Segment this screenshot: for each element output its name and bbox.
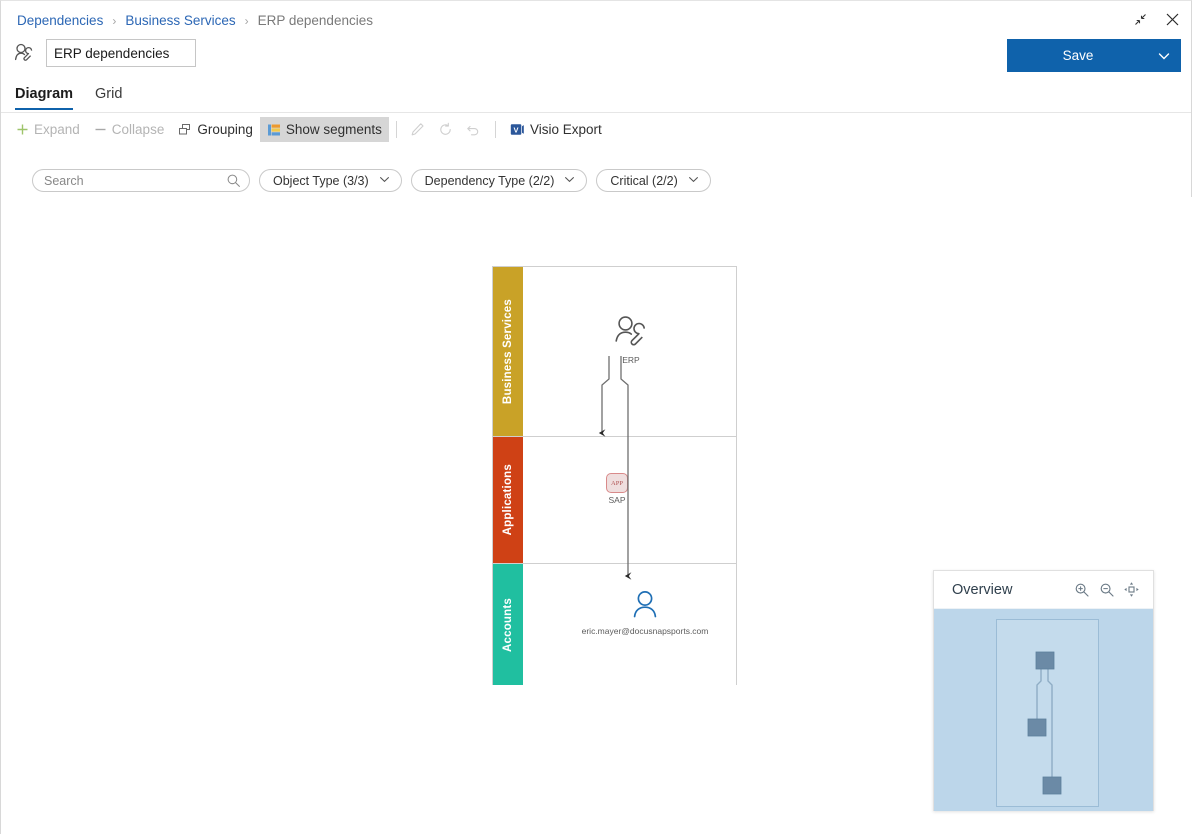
- diagram-name-input[interactable]: [46, 39, 196, 67]
- breadcrumb-separator-icon: ›: [112, 13, 117, 28]
- filter-bar: Object Type (3/3) Dependency Type (2/2) …: [32, 169, 711, 192]
- toolbar-divider: [395, 121, 397, 138]
- filter-object-type-label: Object Type (3/3): [273, 173, 369, 188]
- breadcrumb-separator-icon: ›: [244, 13, 249, 28]
- diagram-node-sap-label: SAP: [608, 495, 626, 505]
- swimlane-body-applications: APP SAP: [523, 437, 736, 563]
- filter-dependency-type-label: Dependency Type (2/2): [424, 173, 555, 188]
- diagram-node-account-label: eric.mayer@docusnapsports.com: [581, 626, 709, 636]
- overview-header: Overview: [934, 571, 1153, 608]
- filter-critical[interactable]: Critical (2/2): [596, 169, 711, 192]
- overview-minimap-graph: [1027, 651, 1062, 795]
- overview-panel: Overview: [933, 570, 1154, 811]
- person-icon: [630, 589, 660, 624]
- swimlane-applications: Applications APP SAP: [492, 436, 737, 563]
- swimlane-body-accounts: eric.mayer@docusnapsports.com: [523, 564, 736, 685]
- filter-dependency-type[interactable]: Dependency Type (2/2): [410, 169, 588, 192]
- visio-icon: V: [510, 122, 525, 137]
- collapse-label: Collapse: [111, 122, 165, 137]
- diagram-node-erp-label: ERP: [622, 355, 640, 365]
- refresh-icon[interactable]: [432, 117, 460, 142]
- visio-export-label: Visio Export: [529, 122, 602, 137]
- diagram-node-account[interactable]: eric.mayer@docusnapsports.com: [545, 589, 745, 636]
- grouping-label: Grouping: [197, 122, 253, 137]
- tab-diagram[interactable]: Diagram: [15, 86, 74, 110]
- swimlane-label-accounts: Accounts: [493, 564, 523, 685]
- overview-minimap[interactable]: [934, 608, 1153, 811]
- window-controls: [1129, 9, 1183, 29]
- close-icon[interactable]: [1161, 9, 1183, 29]
- grouping-icon: [178, 123, 192, 137]
- save-button[interactable]: Save: [1008, 40, 1148, 71]
- overview-title: Overview: [952, 581, 1013, 598]
- tab-grid[interactable]: Grid: [95, 86, 122, 110]
- swimlane-diagram: Business Services ERP Applications APP S…: [492, 266, 737, 685]
- breadcrumb-item-business-services[interactable]: Business Services: [125, 13, 235, 28]
- visio-export-button[interactable]: V Visio Export: [503, 117, 609, 142]
- zoom-in-icon[interactable]: [1069, 577, 1094, 602]
- zoom-out-icon[interactable]: [1094, 577, 1119, 602]
- tab-bar: Diagram Grid: [15, 86, 122, 110]
- breadcrumb: Dependencies › Business Services › ERP d…: [17, 13, 373, 28]
- filter-critical-label: Critical (2/2): [610, 173, 678, 188]
- segments-icon: [267, 123, 281, 137]
- diagram-node-erp[interactable]: ERP: [531, 314, 731, 365]
- chevron-down-icon: [564, 174, 575, 188]
- diagram-toolbar: Expand Collapse Grouping Show segments V…: [9, 117, 609, 142]
- save-dropdown-chevron-down-icon[interactable]: [1148, 40, 1180, 71]
- toolbar-divider: [494, 121, 496, 138]
- swimlane-label-business-services: Business Services: [493, 267, 523, 436]
- chevron-down-icon: [688, 174, 699, 188]
- tab-divider: [1, 112, 1191, 113]
- diagram-canvas[interactable]: Business Services ERP Applications APP S…: [1, 197, 1192, 834]
- save-button-group[interactable]: Save: [1007, 39, 1181, 72]
- dependency-diagram-window: Dependencies › Business Services › ERP d…: [0, 0, 1192, 834]
- svg-text:V: V: [513, 125, 518, 134]
- expand-label: Expand: [34, 122, 80, 137]
- chevron-down-icon: [379, 174, 390, 188]
- edit-pencil-icon[interactable]: [404, 117, 432, 142]
- swimlane-accounts: Accounts eric.mayer@docusnapsports.com: [492, 563, 737, 685]
- top-bar: Dependencies › Business Services › ERP d…: [1, 1, 1191, 79]
- name-row: [11, 39, 196, 67]
- person-wrench-icon: [11, 40, 37, 66]
- person-wrench-icon: [611, 314, 651, 353]
- search-box[interactable]: [32, 169, 250, 192]
- search-input[interactable]: [33, 170, 249, 191]
- swimlane-body-business-services: ERP: [523, 267, 736, 436]
- plus-icon: [16, 123, 29, 136]
- breadcrumb-item-current: ERP dependencies: [257, 13, 373, 28]
- show-segments-button[interactable]: Show segments: [259, 117, 389, 142]
- show-segments-label: Show segments: [285, 122, 382, 137]
- filter-object-type[interactable]: Object Type (3/3): [259, 169, 402, 192]
- collapse-button[interactable]: Collapse: [87, 117, 172, 142]
- undo-icon[interactable]: [460, 117, 488, 142]
- restore-down-icon[interactable]: [1129, 9, 1151, 29]
- swimlane-business-services: Business Services ERP: [492, 266, 737, 436]
- grouping-button[interactable]: Grouping: [171, 117, 260, 142]
- diagram-node-sap[interactable]: APP SAP: [517, 473, 717, 505]
- fit-screen-icon[interactable]: [1119, 577, 1144, 602]
- expand-button[interactable]: Expand: [9, 117, 87, 142]
- breadcrumb-item-dependencies[interactable]: Dependencies: [17, 13, 103, 28]
- app-box-icon: APP: [606, 473, 628, 493]
- minus-icon: [94, 123, 107, 136]
